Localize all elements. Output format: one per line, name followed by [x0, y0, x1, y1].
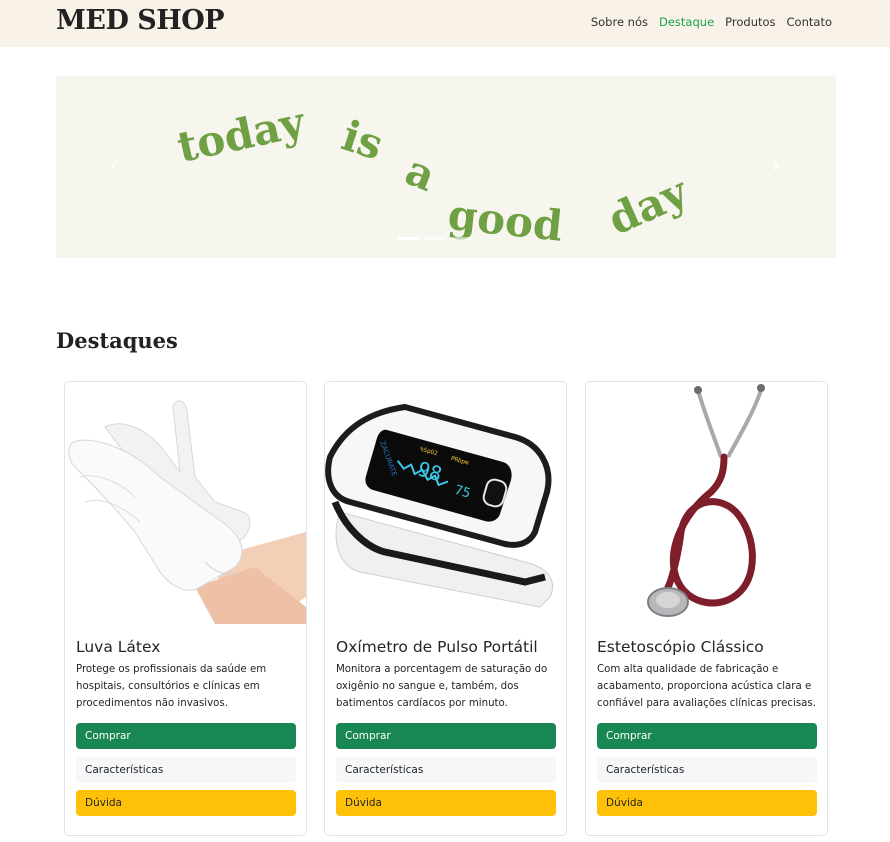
banner-word-a: a	[399, 145, 443, 201]
chevron-right-icon: ›	[771, 153, 781, 178]
carousel-next-button[interactable]: ›	[764, 154, 788, 178]
carousel-indicators	[398, 237, 472, 240]
banner-word-good: good	[446, 190, 565, 251]
question-button[interactable]: Dúvida	[336, 790, 556, 816]
section-title: Destaques	[56, 328, 178, 353]
features-button[interactable]: Características	[336, 757, 556, 783]
banner-image: today is a good day	[173, 97, 696, 251]
product-title: Oxímetro de Pulso Portátil	[336, 638, 538, 656]
product-card-oximetro: 98 75 %SpO2 PRbpm ZACURATE Oxímetro de P…	[324, 381, 567, 836]
carousel-indicator-2[interactable]	[424, 237, 446, 240]
product-description: Protege os profissionais da saúde em hos…	[76, 664, 267, 709]
nav-links: Sobre nós Destaque Produtos Contato	[591, 15, 832, 29]
product-card-luva: Luva Látex Protege os profissionais da s…	[64, 381, 307, 836]
banner-word-today: today	[173, 97, 310, 172]
nav-link-produtos[interactable]: Produtos	[725, 15, 775, 29]
carousel-indicator-1[interactable]	[398, 237, 420, 240]
brand-logo[interactable]: MED SHOP	[56, 5, 225, 36]
question-button[interactable]: Dúvida	[76, 790, 296, 816]
hero-carousel: today is a good day ‹ ›	[56, 76, 836, 258]
nav-link-sobre-nos[interactable]: Sobre nós	[591, 15, 648, 29]
banner-word-is: is	[336, 111, 389, 170]
buy-button[interactable]: Comprar	[597, 723, 817, 749]
carousel-prev-button[interactable]: ‹	[102, 154, 126, 178]
question-button[interactable]: Dúvida	[597, 790, 817, 816]
pulse-oximeter-image: 98 75 %SpO2 PRbpm ZACURATE	[325, 382, 566, 624]
carousel-indicator-3[interactable]	[450, 237, 472, 240]
navbar: MED SHOP Sobre nós Destaque Produtos Con…	[0, 0, 890, 47]
product-description: Monitora a porcentagem de saturação do o…	[336, 664, 548, 709]
product-title: Estetoscópio Clássico	[597, 638, 764, 656]
features-button[interactable]: Características	[597, 757, 817, 783]
buy-button[interactable]: Comprar	[76, 723, 296, 749]
product-title: Luva Látex	[76, 638, 161, 656]
nav-link-contato[interactable]: Contato	[787, 15, 832, 29]
product-description: Com alta qualidade de fabricação e acaba…	[597, 664, 816, 709]
latex-gloves-image	[65, 382, 306, 624]
nav-link-destaque[interactable]: Destaque	[659, 15, 714, 29]
chevron-left-icon: ‹	[109, 153, 119, 178]
product-card-estetoscopio: Estetoscópio Clássico Com alta qualidade…	[585, 381, 828, 836]
banner-word-day: day	[601, 166, 696, 244]
features-button[interactable]: Características	[76, 757, 296, 783]
buy-button[interactable]: Comprar	[336, 723, 556, 749]
stethoscope-image	[586, 382, 827, 624]
